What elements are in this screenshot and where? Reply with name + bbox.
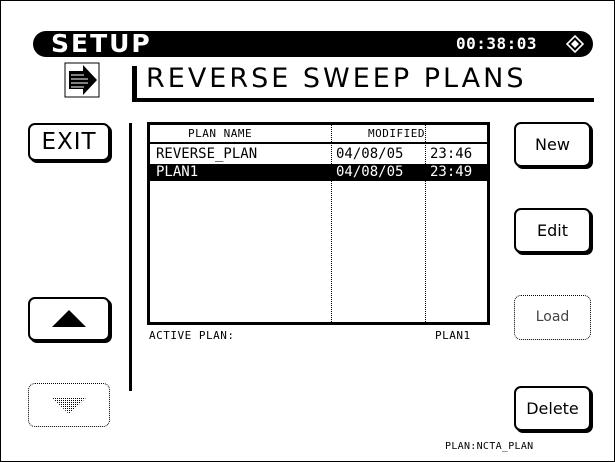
page-title: REVERSE SWEEP PLANS: [146, 63, 527, 94]
modified-time-cell: 23:49: [430, 164, 473, 180]
active-plan-value: PLAN1: [435, 329, 471, 342]
up-triangle-icon: [52, 310, 86, 327]
arrow-right-icon: [64, 62, 100, 98]
load-button[interactable]: Load: [514, 295, 591, 340]
clock-readout: 00:38:03: [456, 34, 538, 53]
scroll-down-button[interactable]: [28, 383, 110, 427]
table-row-selected[interactable]: PLAN1 04/08/05 23:49: [150, 164, 487, 181]
diamond-clock-icon: [566, 35, 584, 53]
edit-button[interactable]: Edit: [514, 208, 591, 253]
delete-button[interactable]: Delete: [514, 386, 591, 431]
active-plan-label: ACTIVE PLAN:: [149, 329, 235, 342]
plans-table: PLAN NAME MODIFIED REVERSE_PLAN 04/08/05…: [147, 122, 490, 325]
exit-button[interactable]: EXIT: [28, 123, 110, 161]
header-divider: [150, 142, 487, 144]
scroll-up-button[interactable]: [28, 297, 110, 341]
down-triangle-icon: [51, 397, 87, 414]
modified-date-cell: 04/08/05: [336, 164, 404, 180]
modified-date-cell: 04/08/05: [336, 146, 404, 162]
screen-title: SETUP: [51, 29, 152, 58]
column-header-plan-name: PLAN NAME: [188, 127, 253, 140]
column-header-modified: MODIFIED: [368, 127, 425, 140]
new-button[interactable]: New: [514, 122, 591, 167]
left-divider: [129, 123, 132, 391]
plan-name-cell: REVERSE_PLAN: [156, 146, 258, 162]
header-underline: [132, 98, 594, 102]
header-bracket: [132, 66, 137, 101]
plan-name-cell: PLAN1: [156, 164, 199, 180]
table-row[interactable]: REVERSE_PLAN 04/08/05 23:46: [150, 146, 487, 163]
modified-time-cell: 23:46: [430, 146, 473, 162]
footer-plan-readout: PLAN:NCTA_PLAN: [445, 441, 534, 452]
setup-screen: SETUP 00:38:03 REVERSE SWEEP PLANS EXIT: [0, 0, 615, 462]
